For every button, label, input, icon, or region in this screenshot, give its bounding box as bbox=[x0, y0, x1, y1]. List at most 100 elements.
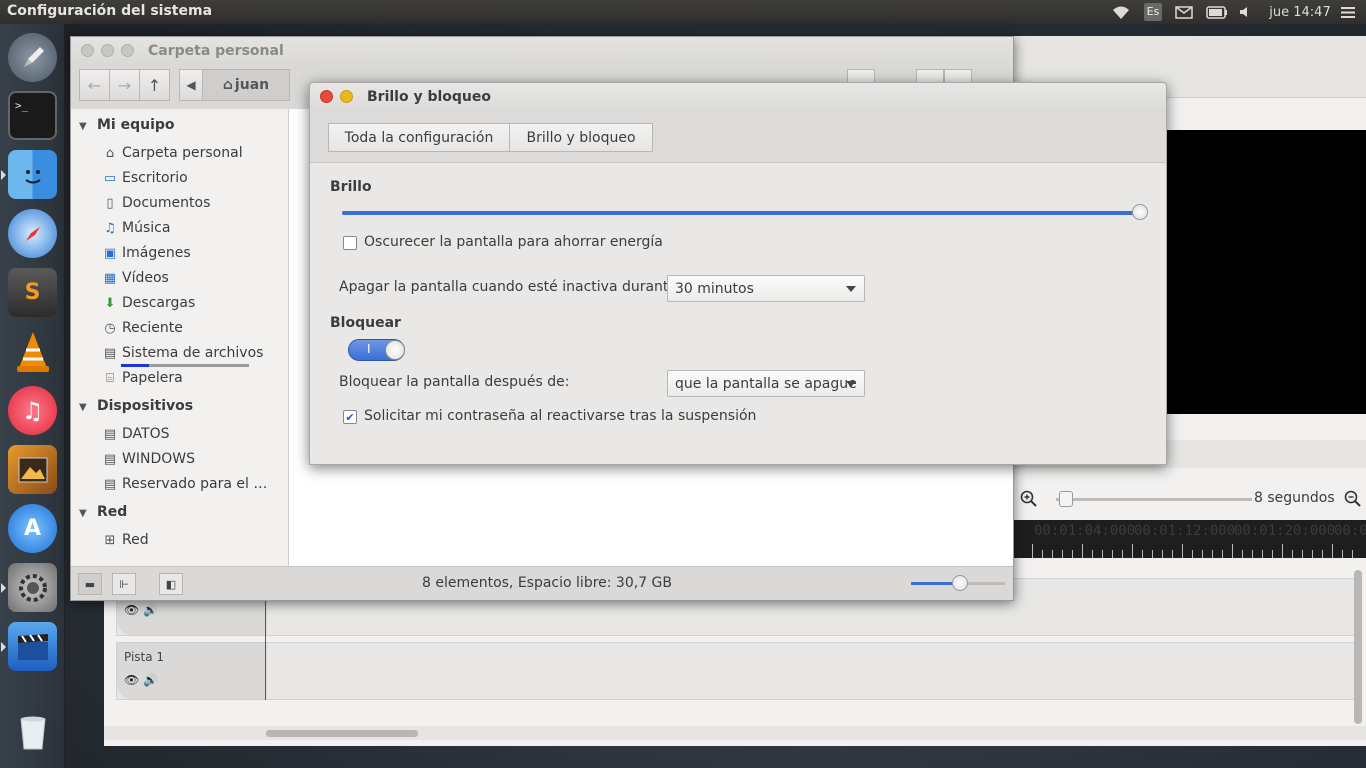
sidebar-item[interactable]: ▤ Reservado para el … bbox=[101, 476, 268, 492]
timeline-ruler[interactable]: 00:01:04:000 00:01:12:000 00:01:20:000 0… bbox=[1014, 520, 1366, 558]
photos-icon[interactable] bbox=[8, 445, 57, 494]
ruler-tick bbox=[1292, 550, 1293, 558]
timeline-vertical-scrollbar[interactable] bbox=[1354, 570, 1362, 724]
path-home-button[interactable]: ⌂ juan bbox=[202, 69, 290, 101]
sidebar-section-header[interactable]: ▼ Red bbox=[79, 504, 127, 520]
close-button[interactable] bbox=[81, 44, 94, 57]
sidebar-section-title: Dispositivos bbox=[97, 398, 194, 414]
sidebar-item-label: Documentos bbox=[122, 195, 211, 211]
icon-zoom-slider[interactable] bbox=[911, 575, 1005, 591]
sidebar-item[interactable]: ◷ Reciente bbox=[101, 320, 183, 336]
timeline-zoom-slider[interactable] bbox=[1056, 498, 1252, 501]
ruler-tick bbox=[1062, 550, 1063, 558]
zoom-out-icon[interactable] bbox=[1344, 490, 1362, 512]
zoom-in-icon[interactable] bbox=[1020, 490, 1038, 512]
app-store-icon[interactable]: A bbox=[8, 504, 57, 553]
sidebar-item[interactable]: ⬇ Descargas bbox=[101, 295, 196, 311]
sidebar-item[interactable]: ▣ Imágenes bbox=[101, 245, 191, 261]
sidebar-item-label: Reservado para el … bbox=[122, 476, 268, 492]
keyboard-layout-indicator[interactable]: Es bbox=[1143, 3, 1163, 21]
ruler-tick bbox=[1122, 550, 1123, 558]
breadcrumb-all-settings[interactable]: Toda la configuración bbox=[328, 123, 510, 152]
sidebar-item[interactable]: ▤ DATOS bbox=[101, 426, 170, 442]
brightness-slider-handle[interactable] bbox=[1132, 204, 1148, 220]
ruler-tick bbox=[1152, 550, 1153, 558]
require-password-checkbox[interactable]: ✔ bbox=[343, 410, 357, 424]
timeline-track[interactable]: Pista 1 👁 🔊 bbox=[116, 642, 1360, 700]
scrollbar-thumb[interactable] bbox=[266, 730, 418, 737]
dim-screen-checkbox[interactable] bbox=[343, 236, 357, 250]
sidebar-item[interactable]: ▤ Sistema de archivos bbox=[101, 345, 263, 367]
sidebar-section-header[interactable]: ▼ Mi equipo bbox=[79, 117, 175, 133]
forward-button[interactable]: → bbox=[109, 69, 140, 101]
expander-triangle-icon[interactable]: ▼ bbox=[79, 121, 97, 132]
back-button[interactable]: ← bbox=[79, 69, 110, 101]
icon-zoom-handle[interactable] bbox=[951, 575, 968, 591]
ruler-tick bbox=[1072, 550, 1073, 558]
ruler-tick bbox=[1172, 550, 1173, 558]
sidebar-section-title: Mi equipo bbox=[97, 117, 175, 133]
breadcrumb-brightness-lock[interactable]: Brillo y bloqueo bbox=[509, 123, 653, 152]
eye-icon[interactable]: 👁 bbox=[124, 603, 139, 617]
close-button[interactable] bbox=[320, 90, 333, 103]
wifi-icon[interactable] bbox=[1110, 3, 1132, 21]
battery-icon[interactable] bbox=[1206, 3, 1228, 21]
system-settings-icon[interactable] bbox=[1, 563, 57, 612]
volume-icon[interactable] bbox=[1238, 3, 1252, 21]
status-text: 8 elementos, Espacio libre: 30,7 GB bbox=[421, 575, 673, 591]
eye-icon[interactable]: 👁 bbox=[124, 673, 139, 687]
sidebar-item-label: Red bbox=[122, 532, 149, 548]
clock[interactable]: jue 14:47 bbox=[1268, 3, 1332, 21]
speaker-icon[interactable]: 🔊 bbox=[143, 603, 158, 617]
finder-icon[interactable] bbox=[1, 150, 57, 199]
expander-triangle-icon[interactable]: ▼ bbox=[79, 402, 97, 413]
maximize-button[interactable] bbox=[121, 44, 134, 57]
usage-bar bbox=[121, 364, 249, 367]
sidebar-item[interactable]: ▯ Documentos bbox=[101, 195, 210, 211]
lock-toggle[interactable]: I bbox=[348, 339, 405, 361]
file-manager-titlebar[interactable]: Carpeta personal bbox=[71, 37, 1013, 65]
itunes-icon[interactable]: ♫ bbox=[8, 386, 57, 435]
app-title: Configuración del sistema bbox=[7, 3, 213, 19]
safari-icon[interactable] bbox=[8, 209, 57, 258]
video-editor-icon[interactable] bbox=[1, 622, 57, 671]
ruler-tick bbox=[1312, 550, 1313, 558]
screen-off-combo[interactable]: 30 minutos bbox=[667, 275, 865, 302]
brightness-slider[interactable] bbox=[342, 204, 1148, 220]
timeline-zoom-handle[interactable] bbox=[1059, 491, 1073, 507]
minimize-button[interactable] bbox=[340, 90, 353, 103]
ruler-tick bbox=[1252, 550, 1253, 558]
video-icon: ▦ bbox=[103, 270, 117, 286]
up-button[interactable]: ↑ bbox=[139, 69, 170, 101]
sidebar-item[interactable]: ▦ Vídeos bbox=[101, 270, 169, 286]
expander-triangle-icon[interactable]: ▼ bbox=[79, 508, 97, 519]
sidebar-item[interactable]: ⌂ Carpeta personal bbox=[101, 145, 243, 161]
mail-icon[interactable] bbox=[1174, 3, 1194, 21]
session-menu-icon[interactable] bbox=[1340, 3, 1356, 21]
minimize-button[interactable] bbox=[101, 44, 114, 57]
sidebar-item[interactable]: ⊞ Red bbox=[101, 532, 149, 548]
sidebar-item[interactable]: ▭ Escritorio bbox=[101, 170, 188, 186]
ruler-tick bbox=[1272, 550, 1273, 558]
timeline-horizontal-scrollbar[interactable] bbox=[104, 726, 1366, 740]
brightness-lock-dialog: Brillo y bloqueo Toda la configuración B… bbox=[309, 82, 1167, 465]
launchpad-icon[interactable] bbox=[8, 33, 57, 82]
lock-after-combo[interactable]: que la pantalla se apague bbox=[667, 370, 865, 397]
sidebar-item-label: Escritorio bbox=[122, 170, 188, 186]
dialog-titlebar[interactable]: Brillo y bloqueo bbox=[310, 83, 1166, 111]
sublime-text-icon[interactable]: S bbox=[8, 268, 57, 317]
path-scroll-left-button[interactable]: ◀ bbox=[179, 69, 203, 101]
vlc-icon[interactable] bbox=[8, 327, 57, 376]
sidebar-item[interactable]: ⌸ Papelera bbox=[101, 370, 183, 386]
track-name: Pista 1 bbox=[124, 650, 165, 664]
path-label: juan bbox=[234, 77, 270, 93]
speaker-icon[interactable]: 🔊 bbox=[143, 673, 158, 687]
trash-icon[interactable] bbox=[8, 708, 57, 757]
dim-screen-label: Oscurecer la pantalla para ahorrar energ… bbox=[364, 234, 663, 250]
sidebar-item[interactable]: ♫ Música bbox=[101, 220, 170, 236]
sidebar-section-header[interactable]: ▼ Dispositivos bbox=[79, 398, 193, 414]
sidebar-item[interactable]: ▤ WINDOWS bbox=[101, 451, 195, 467]
sidebar-item-label: Música bbox=[122, 220, 171, 236]
sidebar-item-label: Reciente bbox=[122, 320, 183, 336]
terminal-icon[interactable]: >_ bbox=[8, 91, 57, 140]
